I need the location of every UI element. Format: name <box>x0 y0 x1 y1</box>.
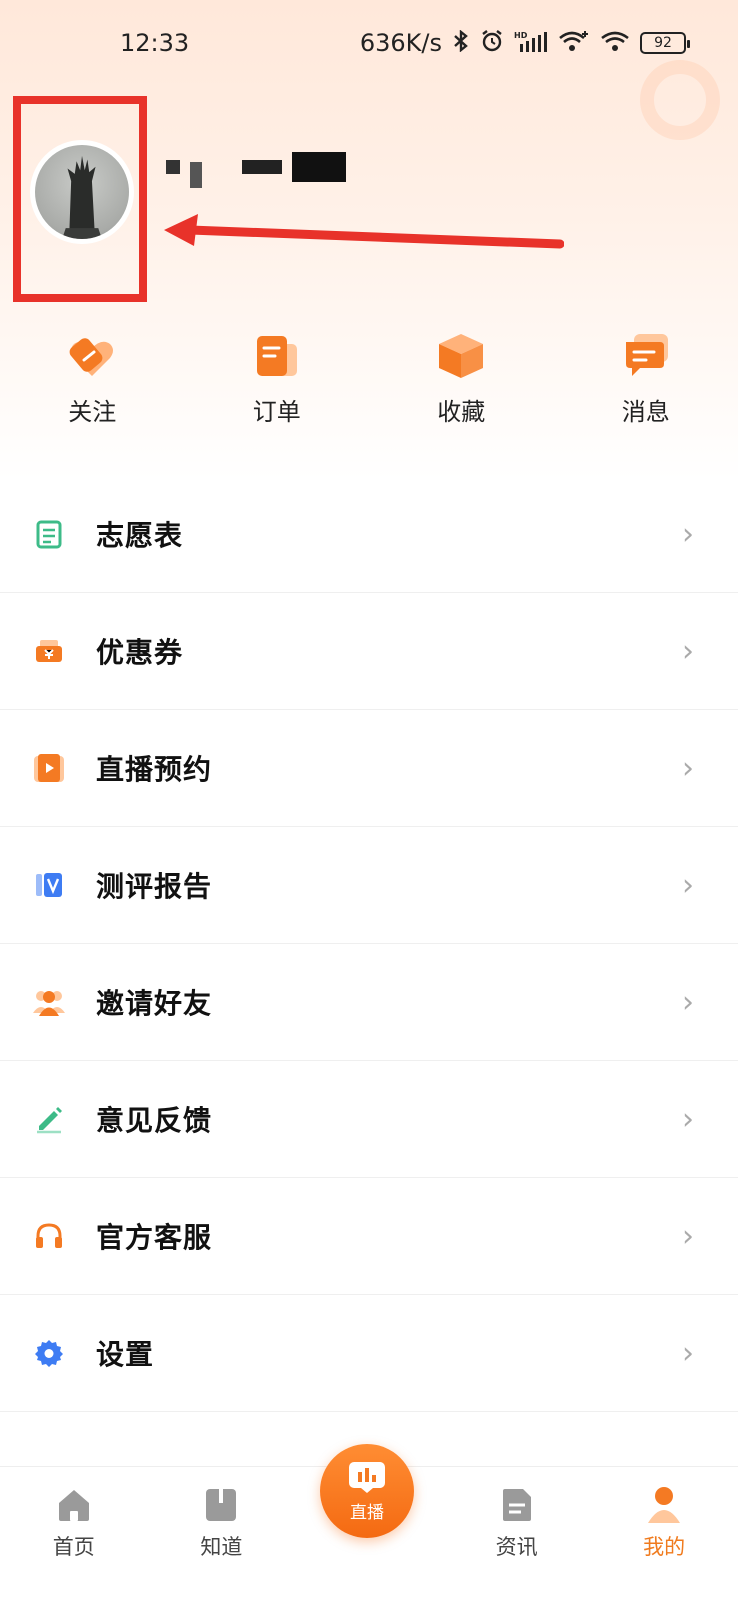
nav-profile[interactable]: 我的 <box>590 1467 738 1600</box>
book-icon <box>206 1489 237 1521</box>
favorite-box-icon <box>435 330 487 382</box>
quick-label: 消息 <box>621 398 670 426</box>
quick-order[interactable]: 订单 <box>185 330 370 427</box>
quick-label: 关注 <box>68 398 117 426</box>
redacted-block <box>292 152 346 182</box>
redacted-block <box>242 160 282 174</box>
chevron-right-icon: › <box>682 1101 694 1137</box>
nav-know[interactable]: 知道 <box>148 1467 296 1600</box>
redacted-block <box>190 162 202 188</box>
home-icon <box>58 1490 89 1521</box>
menu-list: 志愿表 › 优惠券 › 直播预约 › 测评报告 › 邀请好友 › 意见反馈 › <box>0 476 738 1412</box>
red-arrow <box>164 214 564 249</box>
quick-favorite[interactable]: 收藏 <box>369 330 554 427</box>
live-button[interactable]: 直播 <box>320 1444 414 1538</box>
menu-label: 志愿表 <box>96 519 184 552</box>
menu-label: 邀请好友 <box>96 987 213 1020</box>
menu-label: 官方客服 <box>96 1221 213 1254</box>
menu-label: 意见反馈 <box>96 1104 213 1137</box>
battery-level: 92 <box>654 35 672 51</box>
chevron-right-icon: › <box>682 1335 694 1371</box>
message-bubble-icon <box>620 330 672 382</box>
quick-label: 订单 <box>252 398 301 426</box>
menu-item-settings[interactable]: 设置 › <box>0 1295 738 1412</box>
live-booking-icon <box>32 751 66 785</box>
chevron-right-icon: › <box>682 750 694 786</box>
status-bar: 12:33 636K/s HD 92 <box>0 0 738 86</box>
chevron-right-icon: › <box>682 516 694 552</box>
nav-home[interactable]: 首页 <box>0 1467 148 1600</box>
wifi-icon <box>600 29 630 58</box>
battery-icon: 92 <box>640 32 690 54</box>
menu-label: 优惠券 <box>96 636 184 669</box>
net-speed: 636K/s <box>359 29 442 57</box>
bluetooth-icon <box>452 29 470 57</box>
menu-item-coupon[interactable]: 优惠券 › <box>0 593 738 710</box>
feedback-pen-icon <box>32 1102 66 1136</box>
nav-label: 首页 <box>52 1535 95 1559</box>
redacted-block <box>166 160 180 174</box>
follow-heart-icon <box>66 330 118 382</box>
menu-item-invite[interactable]: 邀请好友 › <box>0 944 738 1061</box>
coupon-icon <box>32 634 66 668</box>
quick-label: 收藏 <box>437 398 486 426</box>
alarm-icon <box>480 29 504 58</box>
svg-text:HD: HD <box>514 31 528 40</box>
menu-item-live-booking[interactable]: 直播预约 › <box>0 710 738 827</box>
headset-icon <box>32 1219 66 1253</box>
status-time: 12:33 <box>120 29 190 57</box>
invite-friend-icon <box>32 985 66 1019</box>
report-icon <box>32 868 66 902</box>
nav-label: 知道 <box>200 1535 243 1559</box>
chevron-right-icon: › <box>682 867 694 903</box>
nav-label: 资讯 <box>495 1535 538 1559</box>
menu-item-feedback[interactable]: 意见反馈 › <box>0 1061 738 1178</box>
nav-label: 我的 <box>643 1535 686 1559</box>
chevron-right-icon: › <box>682 1218 694 1254</box>
avatar[interactable] <box>30 140 134 244</box>
menu-label: 设置 <box>96 1338 155 1371</box>
quick-actions: 关注 订单 收藏 消息 <box>0 330 738 427</box>
live-icon <box>349 1461 385 1493</box>
username-redacted <box>166 150 346 188</box>
wifi-plus-icon <box>558 29 590 58</box>
application-form-icon <box>32 517 66 551</box>
chevron-right-icon: › <box>682 633 694 669</box>
menu-label: 直播预约 <box>96 753 213 786</box>
status-icons: 636K/s HD 92 <box>359 29 690 58</box>
news-doc-icon <box>502 1489 531 1521</box>
nav-news[interactable]: 资讯 <box>443 1467 591 1600</box>
quick-message[interactable]: 消息 <box>554 330 738 427</box>
avatar-image <box>62 155 102 239</box>
menu-label: 测评报告 <box>96 870 213 903</box>
live-label: 直播 <box>350 1502 384 1523</box>
order-doc-icon <box>251 330 303 382</box>
hd-signal-icon: HD <box>514 30 548 57</box>
menu-item-application-form[interactable]: 志愿表 › <box>0 476 738 593</box>
settings-gear-icon <box>32 1336 66 1370</box>
chevron-right-icon: › <box>682 984 694 1020</box>
menu-item-report[interactable]: 测评报告 › <box>0 827 738 944</box>
profile-icon <box>648 1487 681 1523</box>
quick-follow[interactable]: 关注 <box>0 330 185 427</box>
menu-item-customer-service[interactable]: 官方客服 › <box>0 1178 738 1295</box>
